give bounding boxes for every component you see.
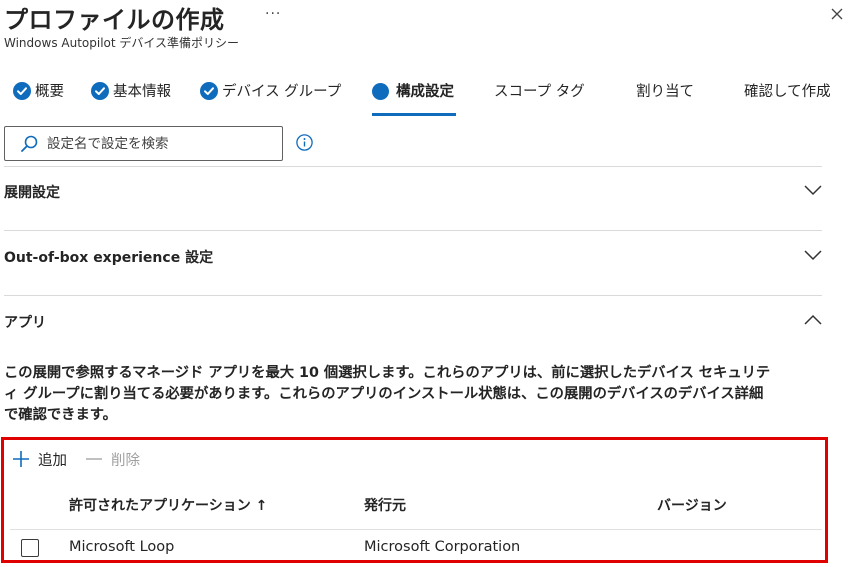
tab-assignments[interactable]: 割り当て (636, 80, 694, 116)
column-header-publisher[interactable]: 発行元 (364, 495, 406, 515)
description-line: ィ グループに割り当てる必要があります。これらのアプリのインストール状態は、この… (4, 386, 764, 402)
active-step-icon (372, 83, 389, 100)
close-icon[interactable] (829, 6, 845, 22)
table-cell-app-name: Microsoft Loop (69, 539, 175, 555)
page-subtitle: Windows Autopilot デバイス準備ポリシー (4, 36, 240, 50)
wizard-tabs: 概要 基本情報 デバイス グループ 構成設定 スコープ タグ 割り当て 確認して… (0, 80, 850, 116)
chevron-down-icon[interactable] (804, 249, 822, 261)
tab-configuration-settings[interactable]: 構成設定 (372, 80, 454, 116)
section-title: Out-of-box experience 設定 (4, 250, 214, 266)
section-oobe-settings[interactable]: Out-of-box experience 設定 (4, 242, 822, 272)
section-apps[interactable]: アプリ (4, 307, 822, 337)
tab-label: 構成設定 (396, 84, 454, 100)
add-button[interactable]: 追加 (12, 449, 67, 470)
divider (4, 166, 822, 167)
delete-label: 削除 (111, 452, 140, 469)
settings-search-box[interactable] (4, 126, 283, 161)
tab-basics[interactable]: 基本情報 (91, 80, 171, 116)
section-deployment-settings[interactable]: 展開設定 (4, 177, 822, 207)
check-circle-icon (200, 82, 218, 100)
chevron-down-icon[interactable] (804, 184, 822, 196)
active-tab-indicator (372, 113, 456, 116)
section-title: 展開設定 (4, 185, 60, 201)
info-icon[interactable] (296, 134, 313, 151)
check-circle-icon (13, 82, 31, 100)
table-cell-publisher: Microsoft Corporation (364, 539, 521, 555)
description-line: この展開で参照するマネージド アプリを最大 10 個選択します。これらのアプリは… (4, 365, 771, 381)
chevron-up-icon[interactable] (804, 314, 822, 326)
tab-label: 確認して作成 (744, 84, 831, 100)
tab-label: 割り当て (636, 84, 694, 100)
add-label: 追加 (38, 452, 67, 469)
row-checkbox[interactable] (21, 539, 39, 557)
apps-toolbar: 追加 削除 (12, 448, 158, 470)
tab-overview[interactable]: 概要 (13, 80, 64, 116)
search-icon (21, 135, 38, 152)
tab-scope-tags[interactable]: スコープ タグ (494, 80, 585, 116)
tab-label: デバイス グループ (222, 84, 342, 100)
more-options-button[interactable]: ··· (265, 6, 281, 22)
check-circle-icon (91, 82, 109, 100)
tab-review-create[interactable]: 確認して作成 (744, 80, 831, 116)
divider (10, 529, 822, 530)
search-input[interactable] (47, 135, 267, 152)
column-header-app[interactable]: 許可されたアプリケーション ↑ (69, 495, 267, 515)
tab-label: 概要 (35, 84, 64, 100)
minus-icon (86, 458, 102, 460)
delete-button[interactable]: 削除 (85, 449, 140, 470)
column-header-version[interactable]: バージョン (657, 495, 727, 515)
plus-icon (13, 451, 29, 467)
divider (4, 295, 822, 296)
page-title: プロファイルの作成 (4, 6, 225, 34)
description-line: で確認できます。 (4, 407, 117, 423)
apps-description: この展開で参照するマネージド アプリを最大 10 個選択します。これらのアプリは… (4, 363, 834, 426)
section-title: アプリ (4, 315, 46, 331)
divider (4, 230, 822, 231)
tab-label: 基本情報 (113, 84, 171, 100)
tab-device-group[interactable]: デバイス グループ (200, 80, 341, 116)
tab-label: スコープ タグ (494, 84, 585, 100)
